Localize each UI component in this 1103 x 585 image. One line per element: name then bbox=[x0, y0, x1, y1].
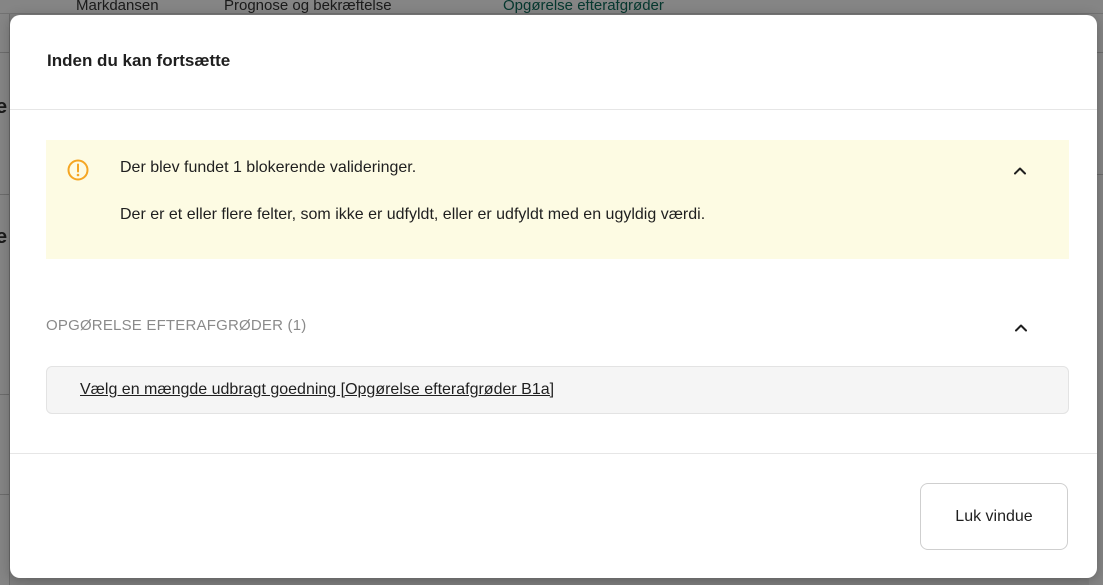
background-divider bbox=[0, 394, 10, 395]
warning-circle-icon bbox=[67, 159, 89, 181]
section-collapse-toggle[interactable] bbox=[1013, 319, 1029, 335]
section-heading: OPGØRELSE EFTERAFGRØDER (1) bbox=[46, 317, 307, 334]
background-divider bbox=[0, 194, 10, 195]
background-heading-fragment: e bbox=[0, 96, 8, 118]
alert-body: Der er et eller flere felter, som ikke e… bbox=[120, 206, 706, 223]
background-breadcrumb-2: Prognose og bekræftelse bbox=[224, 0, 392, 14]
chevron-up-icon bbox=[1014, 167, 1026, 174]
background-breadcrumb-1: Markdansen bbox=[76, 0, 159, 14]
validation-dialog: Inden du kan fortsætte Der blev fundet 1… bbox=[10, 15, 1097, 578]
background-divider bbox=[0, 52, 10, 53]
background-breadcrumb-3: Opgørelse efterafgrøder bbox=[503, 0, 664, 14]
footer-divider bbox=[10, 453, 1097, 454]
validation-item: Vælg en mængde udbragt goedning [Opgørel… bbox=[46, 366, 1069, 414]
dialog-header: Inden du kan fortsætte bbox=[10, 15, 1097, 110]
chevron-up-icon bbox=[1015, 324, 1027, 331]
validation-item-link[interactable]: Vælg en mængde udbragt goedning [Opgørel… bbox=[80, 381, 554, 399]
background-left-panel: e e bbox=[0, 14, 10, 585]
background-topbar: Markdansen Prognose og bekræftelse Opgør… bbox=[0, 0, 1103, 14]
background-heading-fragment: e bbox=[0, 226, 8, 248]
validation-alert: Der blev fundet 1 blokerende valideringe… bbox=[46, 140, 1069, 259]
alert-heading: Der blev fundet 1 blokerende valideringe… bbox=[120, 159, 417, 176]
alert-collapse-toggle[interactable] bbox=[1012, 162, 1028, 178]
close-dialog-button[interactable]: Luk vindue bbox=[920, 483, 1068, 550]
dialog-title: Inden du kan fortsætte bbox=[47, 51, 231, 70]
background-divider bbox=[0, 494, 10, 495]
